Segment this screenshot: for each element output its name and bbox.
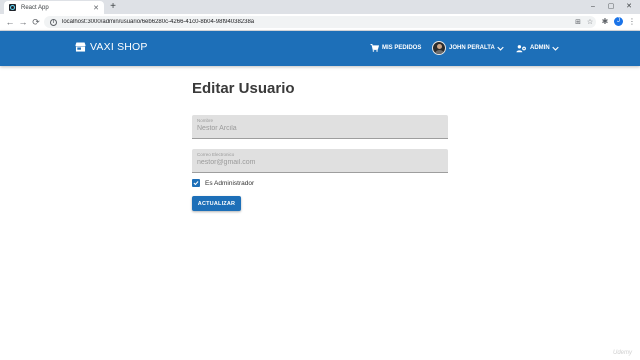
browser-toolbar: ← → ⟳ i localhost:3000/admin/usuario/6eb…	[0, 14, 640, 31]
back-button[interactable]: ←	[4, 16, 16, 28]
shopping-cart-icon	[370, 44, 379, 52]
update-button[interactable]: ACTUALIZAR	[192, 196, 241, 211]
brand-title: VAXI SHOP	[90, 41, 148, 53]
my-orders-link[interactable]: MIS PEDIDOS	[370, 41, 421, 55]
is-admin-checkbox-row[interactable]: Es Administrador	[192, 179, 254, 187]
bookmark-star-icon[interactable]: ☆	[584, 18, 596, 26]
profile-avatar[interactable]: J	[614, 17, 623, 26]
user-avatar	[432, 41, 446, 55]
email-field[interactable]: Correo Electronico	[192, 149, 448, 173]
address-bar[interactable]: i localhost:3000/admin/usuario/6eb6280c-…	[44, 16, 596, 28]
chevron-down-icon	[551, 46, 559, 51]
new-tab-button[interactable]: +	[107, 1, 119, 13]
browser-menu-icon[interactable]: ⋮	[626, 16, 638, 28]
qr-code-icon[interactable]: ⊞	[572, 18, 584, 26]
url-text[interactable]: localhost:3000/admin/usuario/6eb6280c-42…	[62, 19, 572, 25]
maximize-button[interactable]: ▢	[602, 0, 620, 14]
reload-button[interactable]: ⟳	[30, 16, 42, 28]
name-field[interactable]: Nombre	[192, 115, 448, 139]
forward-button[interactable]: →	[17, 16, 29, 28]
brand-link[interactable]: VAXI SHOP	[75, 41, 148, 53]
is-admin-checkbox[interactable]	[192, 179, 200, 187]
app-header: VAXI SHOP MIS PEDIDOS JOHN PERALTA ADMIN	[0, 31, 640, 66]
email-input[interactable]	[197, 159, 443, 166]
name-field-label: Nombre	[197, 118, 214, 123]
close-window-button[interactable]: ✕	[620, 0, 638, 14]
admin-menu[interactable]: ADMIN	[516, 41, 559, 55]
user-menu[interactable]: JOHN PERALTA	[432, 40, 504, 56]
minimize-button[interactable]: –	[584, 0, 602, 14]
site-info-icon[interactable]: i	[50, 18, 57, 26]
chevron-down-icon	[497, 46, 504, 51]
user-name-label: JOHN PERALTA	[449, 45, 495, 51]
browser-tab[interactable]: React App ✕	[4, 1, 104, 14]
email-field-label: Correo Electronico	[197, 152, 235, 157]
is-admin-label: Es Administrador	[205, 179, 255, 187]
tab-close-icon[interactable]: ✕	[91, 4, 101, 12]
extensions-puzzle-icon[interactable]: ✱	[599, 16, 611, 28]
store-icon	[75, 42, 86, 52]
admin-label: ADMIN	[530, 45, 550, 51]
admin-users-icon	[516, 44, 526, 52]
checkmark-icon	[193, 181, 199, 186]
name-input[interactable]	[197, 125, 443, 132]
udemy-watermark: Udemy	[612, 350, 632, 356]
browser-tab-strip: React App ✕ + – ▢ ✕	[0, 0, 640, 14]
react-favicon-icon	[9, 4, 16, 11]
my-orders-label: MIS PEDIDOS	[382, 45, 422, 51]
page-title: Editar Usuario	[192, 80, 295, 97]
tab-title: React App	[21, 4, 49, 11]
